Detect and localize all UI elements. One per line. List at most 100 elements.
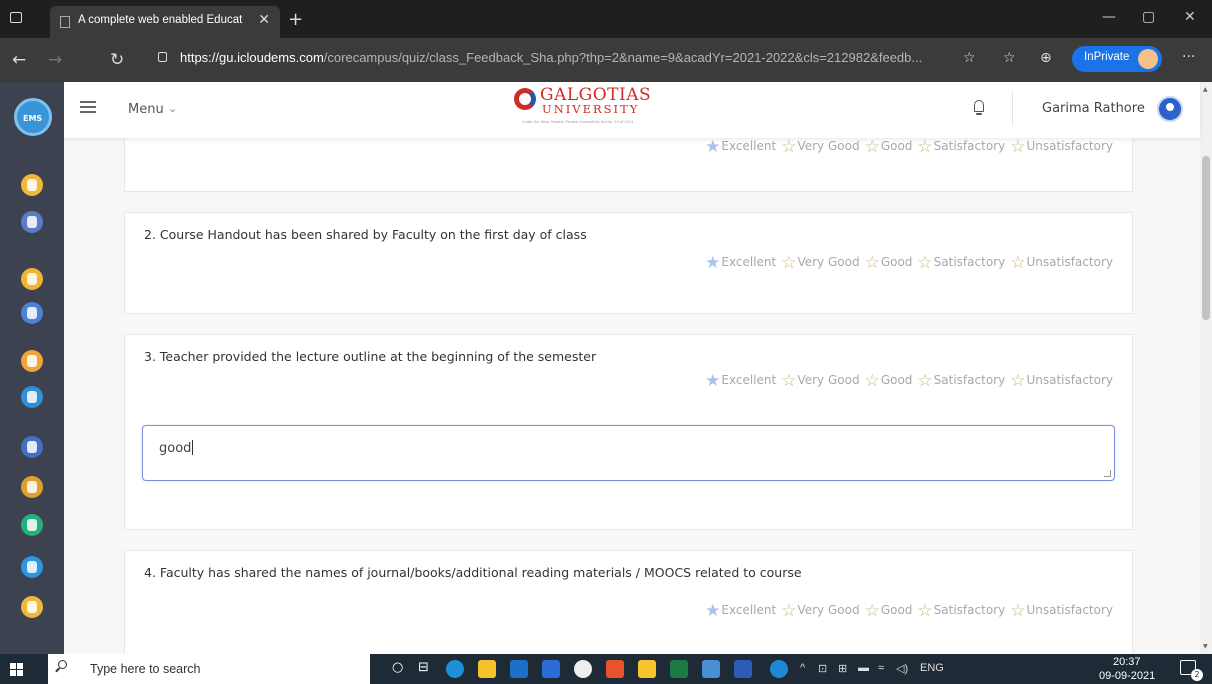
rating-option-excellent[interactable]: ★Excellent xyxy=(705,138,776,157)
scrollbar-thumb[interactable] xyxy=(1202,156,1210,320)
rating-option-very-good[interactable]: ☆Very Good xyxy=(781,601,859,621)
sidebar-icon-9[interactable] xyxy=(21,514,43,536)
star-icon[interactable]: ☆ xyxy=(1010,601,1025,621)
rating-option-unsatisfactory[interactable]: ☆Unsatisfactory xyxy=(1010,138,1113,157)
star-icon[interactable]: ☆ xyxy=(1010,253,1025,273)
inprivate-button[interactable]: InPrivate xyxy=(1072,46,1162,72)
star-icon[interactable]: ☆ xyxy=(865,601,880,621)
scroll-up-icon[interactable]: ▲ xyxy=(1203,86,1208,93)
minimize-icon[interactable]: — xyxy=(1102,9,1116,25)
star-icon[interactable]: ☆ xyxy=(917,138,932,157)
collections-icon[interactable]: ⊕ xyxy=(1040,50,1052,66)
forward-icon[interactable]: → xyxy=(48,50,62,70)
rating-option-good[interactable]: ☆Good xyxy=(865,138,913,157)
sidebar-icon-2[interactable] xyxy=(21,211,43,233)
volume-icon[interactable]: ◁) xyxy=(896,662,908,675)
star-icon[interactable]: ★ xyxy=(705,371,720,391)
star-icon[interactable]: ☆ xyxy=(781,253,796,273)
sticky-notes-icon[interactable] xyxy=(638,660,656,678)
clock-time[interactable]: 20:37 xyxy=(1113,656,1141,668)
rating-option-good[interactable]: ☆Good xyxy=(865,371,913,391)
sidebar-icon-6[interactable] xyxy=(21,386,43,408)
star-icon[interactable]: ☆ xyxy=(1010,138,1025,157)
rating-option-excellent[interactable]: ★Excellent xyxy=(705,253,776,273)
rating-option-satisfactory[interactable]: ☆Satisfactory xyxy=(917,253,1005,273)
star-icon[interactable]: ★ xyxy=(705,601,720,621)
rating-option-very-good[interactable]: ☆Very Good xyxy=(781,371,859,391)
sidebar-icon-5[interactable] xyxy=(21,350,43,372)
rating-option-excellent[interactable]: ★Excellent xyxy=(705,601,776,621)
user-name[interactable]: Garima Rathore xyxy=(1042,101,1145,116)
sidebar-icon-8[interactable] xyxy=(21,476,43,498)
star-icon[interactable]: ☆ xyxy=(1010,371,1025,391)
ems-logo-icon[interactable]: EMS xyxy=(14,98,52,136)
star-icon[interactable]: ☆ xyxy=(865,253,880,273)
rating-option-very-good[interactable]: ☆Very Good xyxy=(781,253,859,273)
address-bar[interactable]: https://gu.icloudems.com/corecampus/quiz… xyxy=(148,47,948,73)
refresh-icon[interactable]: ↻ xyxy=(110,50,124,70)
star-icon[interactable]: ☆ xyxy=(781,138,796,157)
rating-option-satisfactory[interactable]: ☆Satisfactory xyxy=(917,371,1005,391)
tracking-prevention-icon[interactable]: ☆ xyxy=(963,50,976,66)
rating-option-good[interactable]: ☆Good xyxy=(865,253,913,273)
tab-close-icon[interactable]: ✕ xyxy=(258,12,270,28)
sidebar-icon-1[interactable] xyxy=(21,174,43,196)
star-icon[interactable]: ☆ xyxy=(917,253,932,273)
rating-option-unsatisfactory[interactable]: ☆Unsatisfactory xyxy=(1010,601,1113,621)
star-icon[interactable]: ☆ xyxy=(865,138,880,157)
star-icon[interactable]: ★ xyxy=(705,253,720,273)
close-window-icon[interactable]: ✕ xyxy=(1184,9,1196,25)
user-avatar[interactable] xyxy=(1157,96,1183,122)
app-icon[interactable] xyxy=(702,660,720,678)
rating-option-excellent[interactable]: ★Excellent xyxy=(705,371,776,391)
rating-option-good[interactable]: ☆Good xyxy=(865,601,913,621)
rating-option-unsatisfactory[interactable]: ☆Unsatisfactory xyxy=(1010,253,1113,273)
battery-icon[interactable]: ▬ xyxy=(858,662,869,674)
menu-dropdown[interactable]: Menu xyxy=(128,102,164,117)
bell-icon[interactable] xyxy=(974,100,984,115)
star-icon[interactable]: ☆ xyxy=(865,371,880,391)
rating-option-unsatisfactory[interactable]: ☆Unsatisfactory xyxy=(1010,371,1113,391)
language-indicator[interactable]: ENG xyxy=(920,662,944,674)
sidebar-icon-10[interactable] xyxy=(21,556,43,578)
cortana-icon[interactable]: ○ xyxy=(392,660,403,675)
chrome-app-icon[interactable] xyxy=(574,660,592,678)
scroll-down-icon[interactable]: ▼ xyxy=(1203,643,1208,650)
rating-option-satisfactory[interactable]: ☆Satisfactory xyxy=(917,138,1005,157)
windows-start-icon[interactable] xyxy=(10,663,23,676)
back-icon[interactable]: ← xyxy=(12,50,26,70)
mail-app-icon[interactable] xyxy=(510,660,528,678)
page-scrollbar[interactable]: ▲ ▼ xyxy=(1200,82,1212,654)
sidebar-icon-4[interactable] xyxy=(21,302,43,324)
wifi-icon[interactable]: ≈ xyxy=(878,662,884,674)
star-icon[interactable]: ☆ xyxy=(917,601,932,621)
sidebar-icon-7[interactable] xyxy=(21,436,43,458)
star-icon[interactable]: ☆ xyxy=(781,371,796,391)
tray-chevron-icon[interactable]: ^ xyxy=(800,662,805,674)
more-options-icon[interactable]: ··· xyxy=(1182,49,1195,65)
rating-option-satisfactory[interactable]: ☆Satisfactory xyxy=(917,601,1005,621)
star-icon[interactable]: ★ xyxy=(705,138,720,157)
help-app-icon[interactable] xyxy=(770,660,788,678)
office-app-icon[interactable] xyxy=(606,660,624,678)
window-menu-icon[interactable] xyxy=(10,12,22,23)
file-explorer-icon[interactable] xyxy=(478,660,496,678)
star-icon[interactable]: ☆ xyxy=(781,601,796,621)
browser-tab[interactable]: A complete web enabled Educat ✕ xyxy=(50,6,280,38)
taskbar-search[interactable]: Type here to search xyxy=(48,654,370,684)
edge-app-icon[interactable] xyxy=(446,660,464,678)
task-view-icon[interactable]: ⊟ xyxy=(418,660,429,675)
clock-date[interactable]: 09-09-2021 xyxy=(1099,670,1155,682)
sidebar-icon-3[interactable] xyxy=(21,268,43,290)
tray-app-icon-2[interactable]: ⊞ xyxy=(838,662,847,675)
answer-textarea[interactable]: good xyxy=(142,425,1115,481)
resize-grip-icon[interactable] xyxy=(1104,470,1111,477)
word-app-icon[interactable] xyxy=(734,660,752,678)
chevron-down-icon[interactable]: ⌄ xyxy=(168,102,177,115)
tray-app-icon[interactable]: ⊡ xyxy=(818,662,827,675)
favorites-icon[interactable]: ☆ xyxy=(1003,50,1016,66)
new-tab-icon[interactable]: + xyxy=(288,9,303,30)
hamburger-icon[interactable] xyxy=(80,101,96,113)
rating-option-very-good[interactable]: ☆Very Good xyxy=(781,138,859,157)
dropbox-app-icon[interactable] xyxy=(542,660,560,678)
